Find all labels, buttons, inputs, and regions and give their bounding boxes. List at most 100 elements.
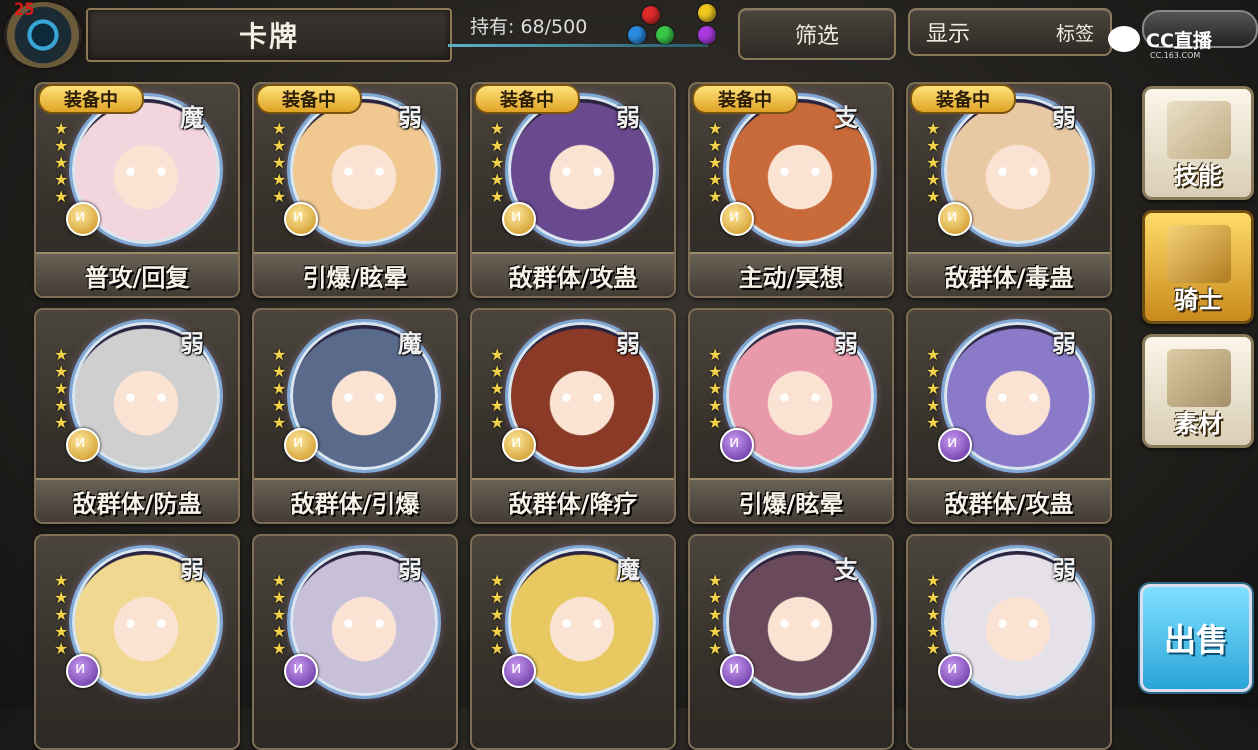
page-title-plate: 卡牌 [86,8,452,62]
class-tag: 魔 [180,104,204,132]
knight-card[interactable]: ★★★★★ 支 装备中主动/冥想 [688,82,894,298]
skill-tab-label: 技能 [1174,162,1222,190]
sell-button[interactable]: 出售 [1140,584,1252,692]
watermark-url: CC.163.COM [1150,51,1201,60]
star-icon: ★ [54,362,69,381]
rarity-stars: ★ ★ ★ ★ ★ [490,572,516,657]
star-icon: ★ [54,622,69,641]
knight-card[interactable]: ★ ★ ★ ★ ★ 支 [688,534,894,750]
knight-card[interactable]: ★★★★★ 弱引爆/眩晕 [688,308,894,524]
class-tag: 弱 [398,104,422,132]
star-icon: ★ [708,588,723,607]
star-icon: ★ [272,170,287,189]
filter-button[interactable]: 筛选 [738,8,896,60]
class-tag: 魔 [616,556,640,584]
knight-card[interactable]: ★★★★★ 弱 装备中敌群体/攻蛊 [470,82,676,298]
star-icon: ★ [926,345,941,364]
scroll-feather-icon [1167,101,1231,159]
star-icon: ★ [926,136,941,155]
star-icon: ★ [54,345,69,364]
star-icon: ★ [708,119,723,138]
rarity-stars: ★ ★ ★ ★ ★ [490,120,516,205]
knight-card[interactable]: ★★★★★ 弱敌群体/防蛊 [34,308,240,524]
rarity-stars: ★ ★ ★ ★ ★ [708,572,734,657]
star-icon: ★ [54,571,69,590]
knight-card[interactable]: ★★★★★ 魔 装备中普攻/回复 [34,82,240,298]
star-icon: ★ [708,605,723,624]
display-button[interactable]: 显示 标签 [908,8,1112,56]
knight-card[interactable]: ★ ★ ★ ★ ★ 弱 [252,534,458,750]
rarity-stars: ★ ★ ★ ★ ★ [272,120,298,205]
star-icon: ★ [926,362,941,381]
star-icon: ★ [490,396,505,415]
skill-tab[interactable]: 技能 [1142,86,1254,200]
star-icon: ★ [708,622,723,641]
star-icon: ★ [272,136,287,155]
fps-counter: 25 [14,0,35,20]
star-icon: ★ [926,379,941,398]
knight-card[interactable]: ★ ★ ★ ★ ★ 弱 [906,534,1112,750]
rarity-stars: ★ ★ ★ ★ ★ [708,120,734,205]
star-icon: ★ [926,605,941,624]
star-icon: ★ [272,605,287,624]
display-sub-label: 标签 [1055,22,1094,45]
star-icon: ★ [926,622,941,641]
knight-card[interactable]: ★★★★★ 弱 装备中敌群体/毒蛊 [906,82,1112,298]
class-tag: 弱 [616,104,640,132]
star-icon: ★ [272,396,287,415]
equipped-badge: 装备中 [256,84,362,114]
rarity-stars: ★ ★ ★ ★ ★ [272,572,298,657]
material-cards-icon [1167,349,1231,407]
class-tag: 支 [834,104,858,132]
star-icon: ★ [272,119,287,138]
element-medal-icon [502,428,536,462]
class-tag: 弱 [180,330,204,358]
star-icon: ★ [708,153,723,172]
knight-tab[interactable]: 骑士 [1142,210,1254,324]
element-medal-icon [66,202,100,236]
equipped-badge: 装备中 [692,84,798,114]
star-icon: ★ [54,588,69,607]
skill-label: 敌群体/攻蛊 [908,478,1110,522]
star-icon: ★ [926,396,941,415]
knight-card[interactable]: ★★★★★ 弱敌群体/降疗 [470,308,676,524]
star-icon: ★ [54,379,69,398]
top-bar: 25 卡牌 持有: 68/500 筛选 显示 标签 CC直播 CC.163.CO… [0,0,1258,72]
star-icon: ★ [54,605,69,624]
star-icon: ★ [490,571,505,590]
rarity-stars: ★ ★ ★ ★ ★ [54,120,80,205]
skill-label: 引爆/眩晕 [254,252,456,296]
star-icon: ★ [708,362,723,381]
star-icon: ★ [708,379,723,398]
star-icon: ★ [490,622,505,641]
star-icon: ★ [54,153,69,172]
star-icon: ★ [490,379,505,398]
star-icon: ★ [272,345,287,364]
knight-card[interactable]: ★★★★★ 魔敌群体/引爆 [252,308,458,524]
knight-tab-label: 骑士 [1174,286,1222,314]
star-icon: ★ [54,119,69,138]
material-tab[interactable]: 素材 [1142,334,1254,448]
star-icon: ★ [708,571,723,590]
equipped-badge: 装备中 [474,84,580,114]
knight-card[interactable]: ★★★★★ 弱 装备中引爆/眩晕 [252,82,458,298]
class-tag: 支 [834,556,858,584]
gem-stack-icon [694,2,720,48]
rarity-stars: ★ ★ ★ ★ ★ [54,346,80,431]
knight-card[interactable]: ★★★★★ 弱敌群体/攻蛊 [906,308,1112,524]
element-medal-icon [938,428,972,462]
element-medal-icon [938,202,972,236]
class-tag: 弱 [1052,330,1076,358]
knight-card[interactable]: ★ ★ ★ ★ ★ 魔 [470,534,676,750]
rarity-stars: ★ ★ ★ ★ ★ [54,572,80,657]
skill-label: 敌群体/攻蛊 [472,252,674,296]
element-medal-icon [502,202,536,236]
skill-label: 敌群体/防蛊 [36,478,238,522]
display-label: 显示 [926,22,971,47]
class-tag: 魔 [398,330,422,358]
star-icon: ★ [926,588,941,607]
gem-cluster-icon [626,4,676,50]
element-medal-icon [938,654,972,688]
class-tag: 弱 [616,330,640,358]
knight-card[interactable]: ★ ★ ★ ★ ★ 弱 [34,534,240,750]
